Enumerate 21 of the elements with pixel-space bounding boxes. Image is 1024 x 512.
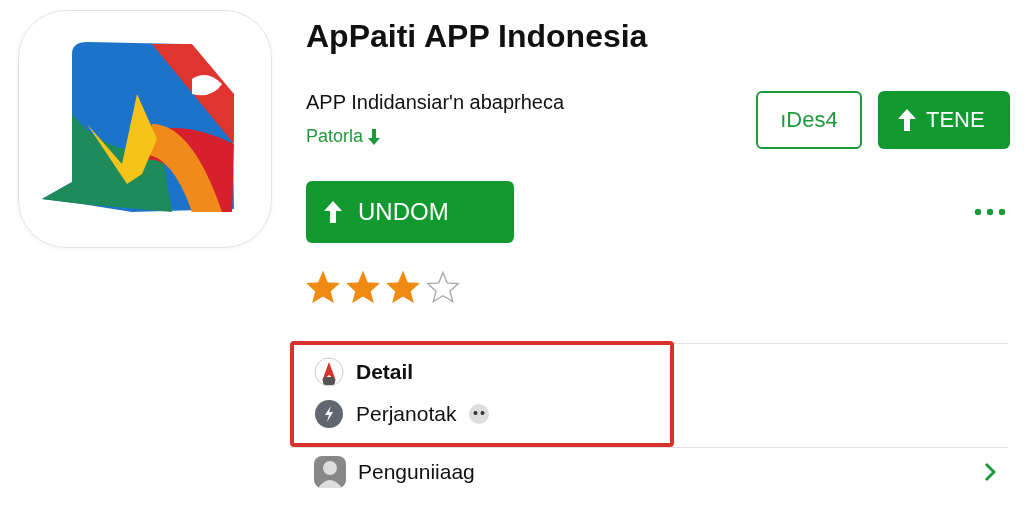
- logo-icon: [314, 357, 344, 387]
- action-button[interactable]: ıDes4: [756, 91, 862, 149]
- install-button[interactable]: UNDOM: [306, 181, 514, 243]
- star-icon: [346, 271, 380, 303]
- star-icon: [306, 271, 340, 303]
- developer-link[interactable]: Patorla: [306, 126, 364, 147]
- star-icon: [386, 271, 420, 303]
- app-title: ApPaiti APP Indonesia: [306, 18, 649, 55]
- list-item[interactable]: Penguniiaag: [358, 460, 475, 484]
- action-button[interactable]: TENE: [878, 91, 1010, 149]
- app-subtitle: APP Indidansiar'n abaprheca: [306, 91, 565, 114]
- bolt-icon: [314, 399, 344, 429]
- chevron-right-icon: [984, 462, 996, 482]
- empty-star-icon: [426, 271, 460, 303]
- up-arrow-icon: [896, 107, 918, 133]
- emoji-icon: [468, 403, 491, 425]
- down-arrow-icon: [367, 127, 382, 146]
- section-heading: Detail: [356, 360, 414, 384]
- avatar-icon: [314, 456, 346, 488]
- up-arrow-icon: [322, 199, 344, 225]
- detail-item: Perjanotak: [356, 402, 457, 426]
